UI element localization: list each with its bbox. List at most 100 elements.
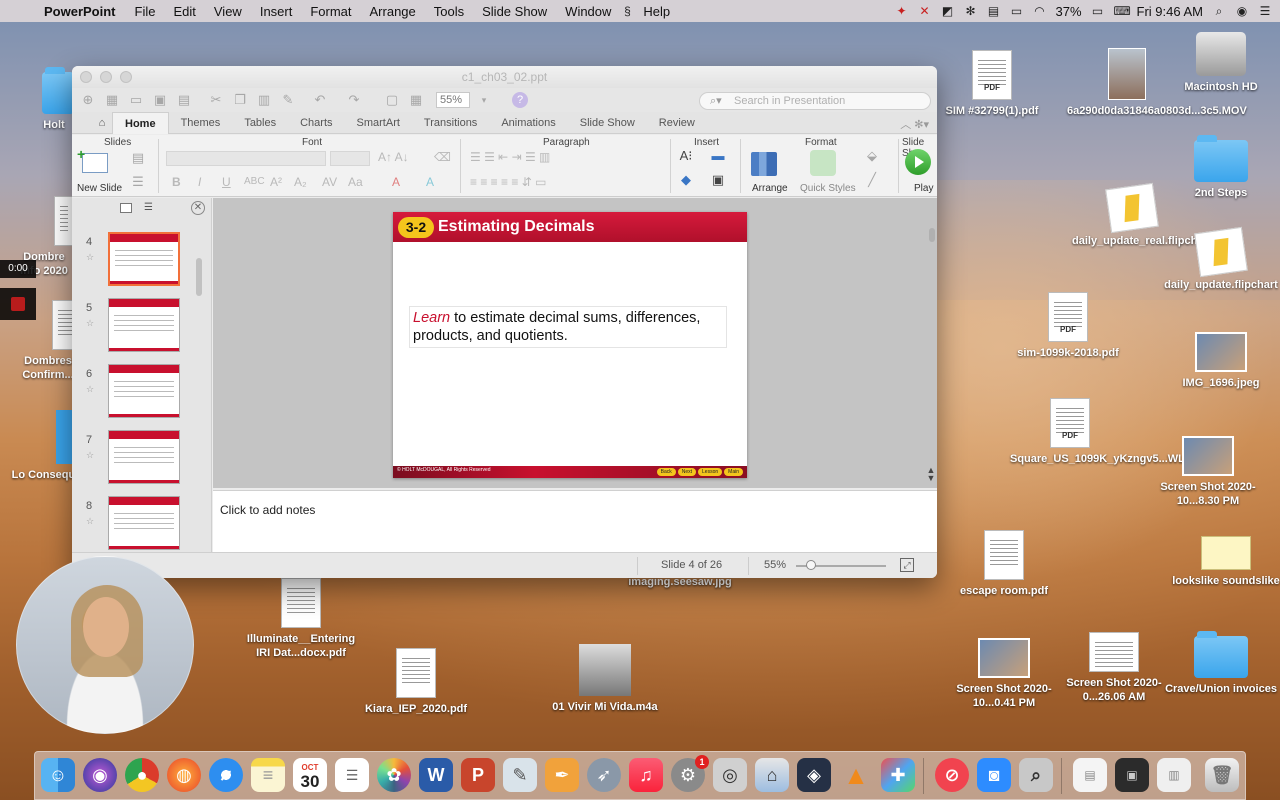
desktop-icon-pdf[interactable]: PDF Square_US_1099K_yKzngv5...WL.pdf <box>1010 398 1205 466</box>
desktop-icon-folder[interactable]: Crave/Union invoices <box>1161 631 1280 696</box>
outline-view-icon[interactable]: ☰ <box>144 203 156 213</box>
printer-icon[interactable]: ▤ <box>987 4 1001 18</box>
save-icon[interactable]: ▣ <box>150 91 170 109</box>
font-size-select[interactable] <box>330 151 370 166</box>
cut-icon[interactable]: ✂ <box>206 91 226 109</box>
preview-icon[interactable]: ✎ <box>503 758 537 792</box>
shape-line-icon[interactable]: ╱ <box>862 171 882 189</box>
desktop-icon-disk[interactable]: Macintosh HD <box>1161 32 1280 94</box>
menu-edit[interactable]: Edit <box>164 4 204 19</box>
menu-arrange[interactable]: Arrange <box>361 4 425 19</box>
slide-layout-icon[interactable]: ▢ <box>382 91 402 109</box>
text-box-icon[interactable]: A⁝ <box>676 147 696 165</box>
tab-animations[interactable]: Animations <box>489 117 567 129</box>
desktop-icon-image[interactable]: Screen Shot 2020-10...0.41 PM <box>944 638 1064 710</box>
back-nav-button[interactable]: Back <box>656 468 676 476</box>
notes-pane[interactable]: Click to add notes <box>213 490 937 552</box>
pages-icon[interactable]: ✒ <box>545 758 579 792</box>
screenshot-icon[interactable]: ◎ <box>713 758 747 792</box>
menu-window[interactable]: Window <box>556 4 620 19</box>
media-icon[interactable]: ▣ <box>708 171 728 189</box>
fit-to-window-icon[interactable]: ⤢ <box>900 558 914 572</box>
vlc-icon[interactable]: ▲ <box>839 758 873 792</box>
finder-icon[interactable]: ☺ <box>41 758 75 792</box>
battery-percent[interactable]: 37% <box>1056 4 1082 19</box>
desktop-icon-pdf[interactable]: escape room.pdf <box>944 530 1064 598</box>
siri-icon[interactable]: ◉ <box>1235 4 1249 18</box>
highlight-icon[interactable]: A <box>426 175 434 189</box>
play-button[interactable]: Play <box>914 183 933 194</box>
dropbox-icon[interactable]: ✦ <box>895 4 909 18</box>
airplay-icon[interactable]: ▭ <box>1010 4 1024 18</box>
italic-icon[interactable]: I <box>198 175 201 189</box>
desktop-icon-pdf[interactable]: Kiara_IEP_2020.pdf <box>356 648 476 716</box>
undo-icon[interactable]: ↶ <box>310 91 330 109</box>
reminders-icon[interactable]: ☰ <box>335 758 369 792</box>
wifi-icon[interactable]: ◠ <box>1033 4 1047 18</box>
bullets-icon[interactable]: ☰ ☰ ⇤ ⇥ ☰ ▥ <box>470 150 550 164</box>
redo-icon[interactable]: ↷ <box>344 91 364 109</box>
tab-transitions[interactable]: Transitions <box>412 117 489 129</box>
word-icon[interactable]: W <box>419 758 453 792</box>
tab-charts[interactable]: Charts <box>288 117 344 129</box>
menu-tools[interactable]: Tools <box>425 4 473 19</box>
puzzle-app-icon[interactable]: ✚ <box>881 758 915 792</box>
music-icon[interactable]: ♫ <box>629 758 663 792</box>
slide-body-text[interactable]: Learn to estimate decimal sums, differen… <box>409 306 727 348</box>
search-input[interactable]: ⌕▾ Search in Presentation <box>699 92 931 110</box>
copy-icon[interactable]: ❐ <box>230 91 250 109</box>
paste-icon[interactable]: ▥ <box>254 91 274 109</box>
desktop-icon-image[interactable]: Screen Shot 2020-10...8.30 PM <box>1148 436 1268 508</box>
zoom-select[interactable]: 55% <box>436 92 470 108</box>
news-icon[interactable]: ⊘ <box>935 758 969 792</box>
zoom-slider-handle[interactable] <box>806 560 816 570</box>
zoom-icon[interactable]: ◙ <box>977 758 1011 792</box>
tab-home[interactable]: Home <box>112 111 169 134</box>
photos-icon[interactable]: ✿ <box>377 758 411 792</box>
superscript-icon[interactable]: A² <box>270 175 282 189</box>
battery-icon[interactable]: ▭ <box>1091 4 1105 18</box>
clear-format-icon[interactable]: ⌫ <box>434 150 451 164</box>
screencast-icon[interactable]: ◈ <box>797 758 831 792</box>
open-icon[interactable]: ▭ <box>126 91 146 109</box>
desktop-icon-pdf[interactable]: PDF sim-1099k-2018.pdf <box>1008 292 1128 360</box>
menu-file[interactable]: File <box>126 4 165 19</box>
font-name-select[interactable] <box>166 151 326 166</box>
next-nav-button[interactable]: Next <box>677 468 697 476</box>
lesson-nav-button[interactable]: Lesson <box>698 468 723 476</box>
slide-thumbnail[interactable] <box>108 298 180 352</box>
thumbnail-scrollbar[interactable] <box>196 258 202 296</box>
play-icon[interactable] <box>905 149 931 175</box>
desktop-icon-flipchart[interactable]: daily_update.flipchart <box>1161 226 1280 292</box>
tab-review[interactable]: Review <box>647 117 707 129</box>
slide-prev-next-icon[interactable]: ▲ ▼ <box>926 466 936 483</box>
slide-title[interactable]: Estimating Decimals <box>438 218 595 236</box>
grow-font-icon[interactable]: A↑ A↓ <box>378 150 409 164</box>
keyboard-icon[interactable]: ⌨ <box>1114 4 1131 18</box>
align-icon[interactable]: ≡ ≡ ≡ ≡ ≡ ⇵ ▭ <box>470 175 546 189</box>
notification-center-icon[interactable]: ☰ <box>1258 4 1272 18</box>
arrange-button[interactable]: Arrange <box>752 183 788 194</box>
title-bar[interactable]: c1_ch03_02.ppt <box>72 66 937 88</box>
app-menu[interactable]: PowerPoint <box>36 4 126 19</box>
shape-icon[interactable]: ◆ <box>676 171 696 189</box>
gallery-icon[interactable]: ▦ <box>406 91 426 109</box>
tab-slide-show[interactable]: Slide Show <box>568 117 647 129</box>
slide-scrollbar[interactable] <box>929 228 935 242</box>
gear-icon[interactable]: ✻ <box>964 4 978 18</box>
notes-icon[interactable]: ≡ <box>251 758 285 792</box>
magnifier-icon[interactable]: ⌕ <box>1019 758 1053 792</box>
downloads-stack-icon[interactable]: ▤ <box>1073 758 1107 792</box>
current-slide[interactable]: 3-2 Estimating Decimals Learn to estimat… <box>393 212 747 478</box>
folder-stack-icon[interactable]: ▥ <box>1157 758 1191 792</box>
system-preferences-icon[interactable]: ⚙ 1 <box>671 755 709 792</box>
screen-capture-icon[interactable]: ◩ <box>941 4 955 18</box>
format-painter-icon[interactable]: ✎ <box>278 91 298 109</box>
slide-thumbnail[interactable] <box>108 496 180 550</box>
calendar-icon[interactable]: OCT 30 <box>293 758 327 792</box>
desktop-icon-audio[interactable]: 01 Vivir Mi Vida.m4a <box>545 644 665 714</box>
tab-themes[interactable]: Themes <box>169 117 233 129</box>
script-icon[interactable]: § <box>620 4 634 18</box>
desktop-icon-pdf[interactable]: Illuminate__Entering IRI Dat...docx.pdf <box>241 578 361 660</box>
menu-help[interactable]: Help <box>634 4 679 19</box>
